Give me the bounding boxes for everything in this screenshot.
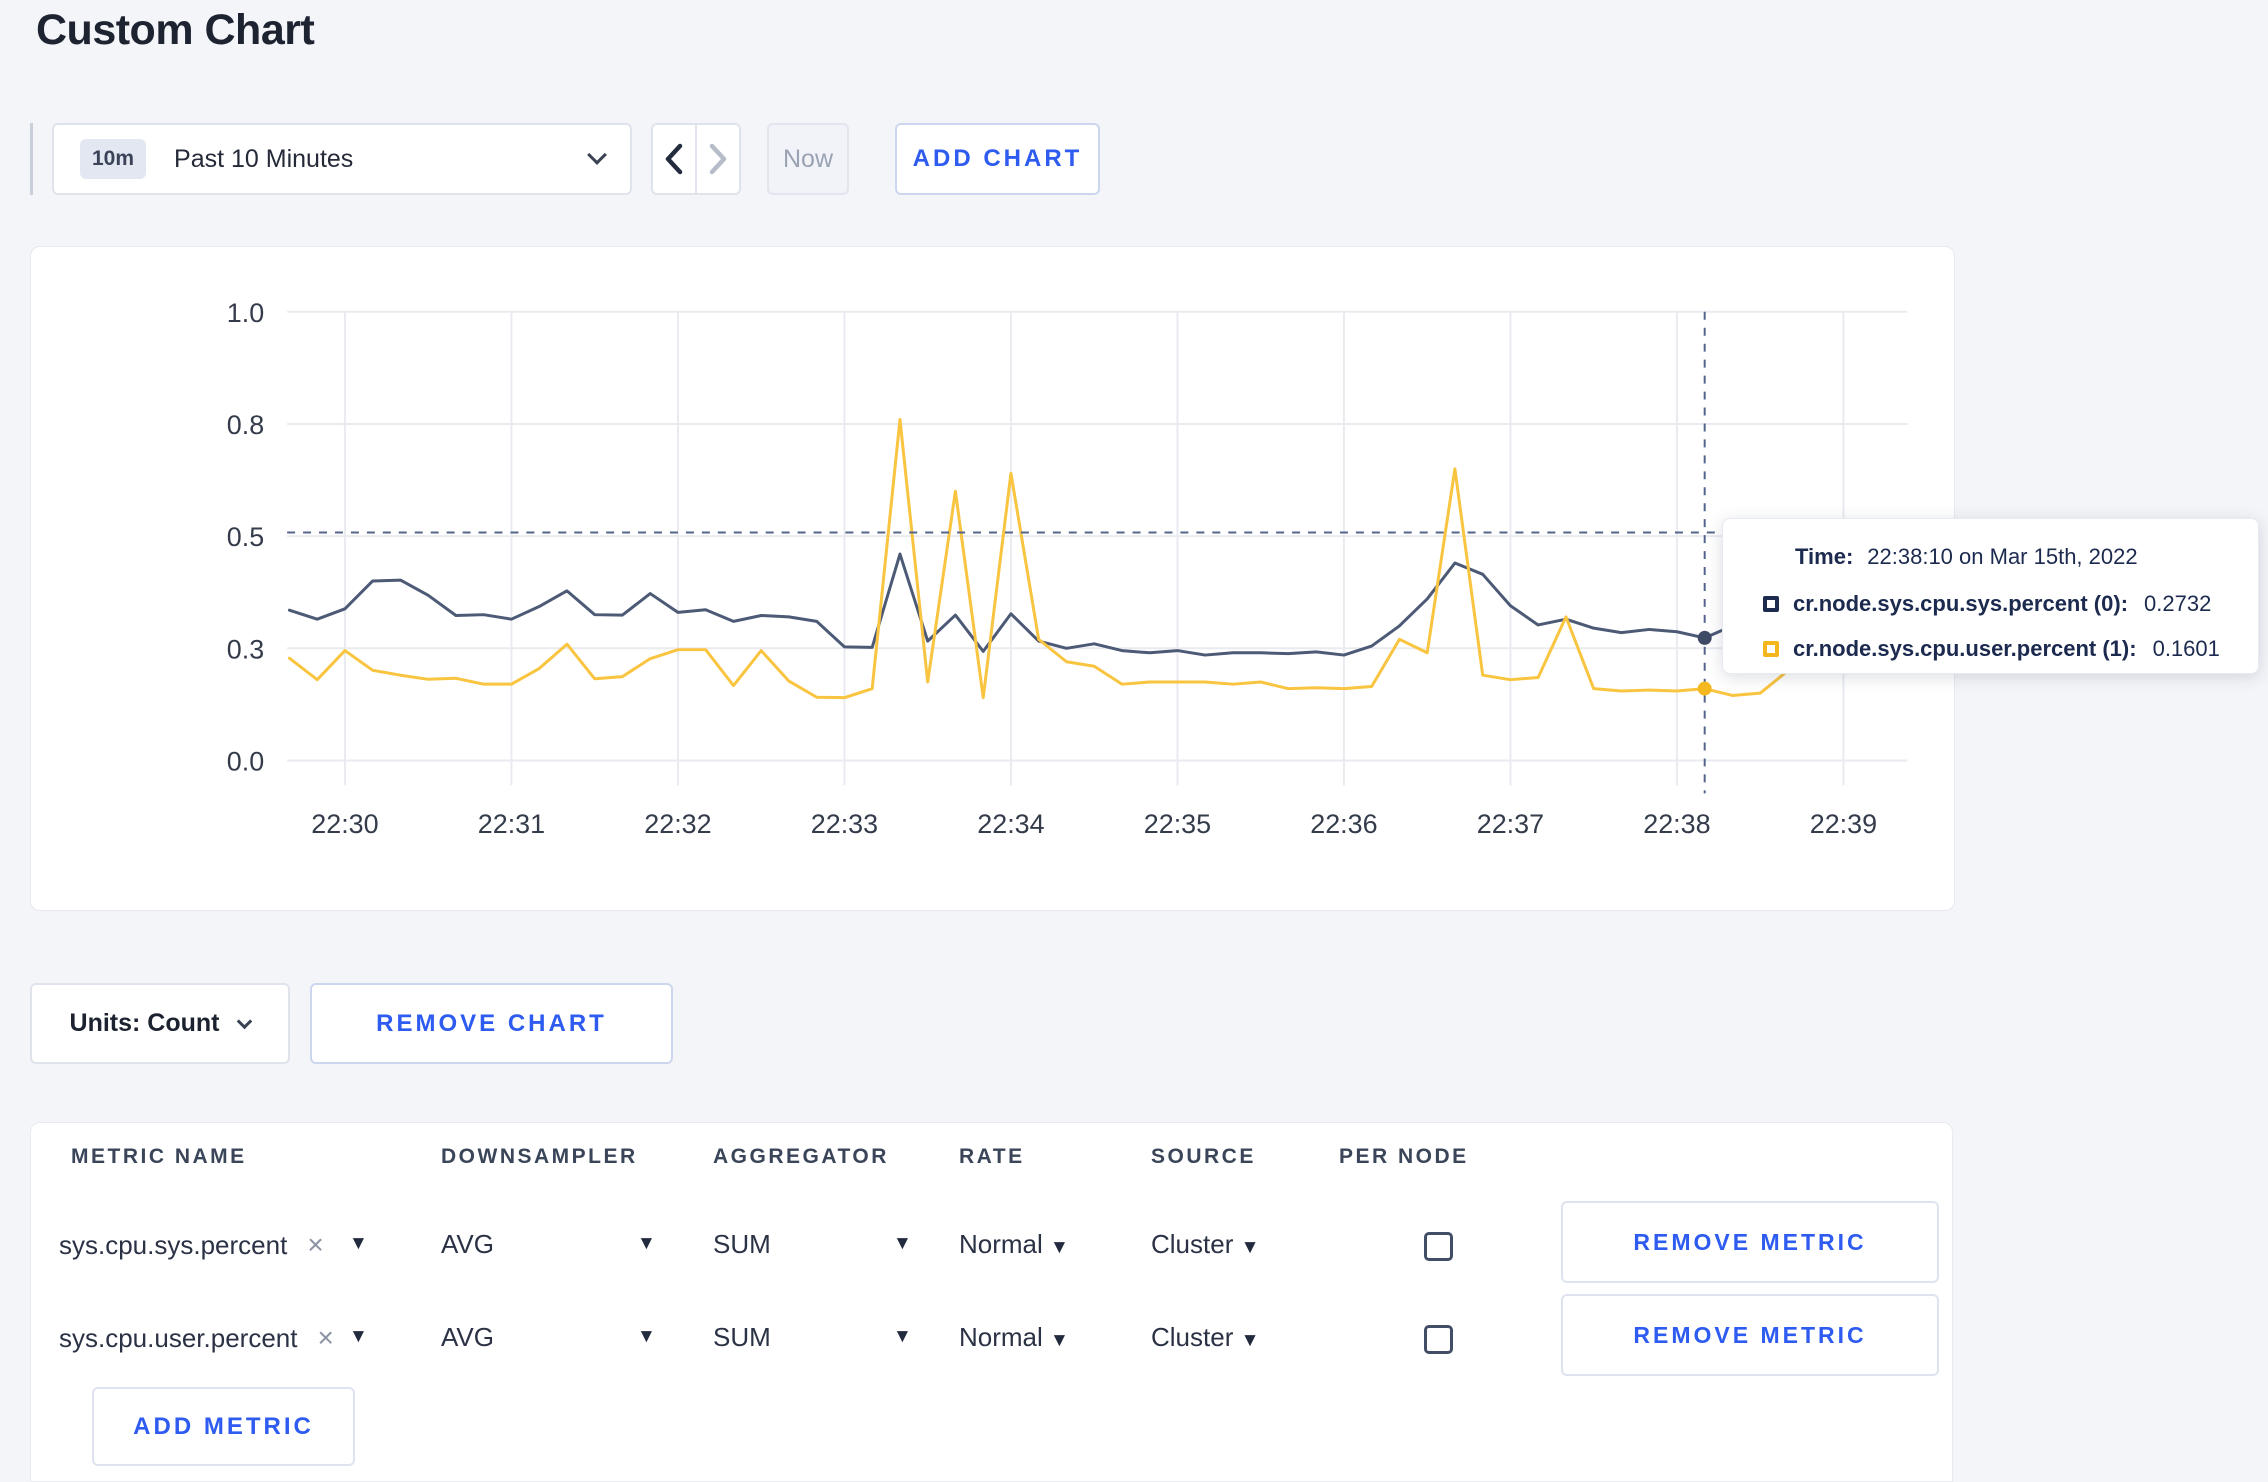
source-dropdown-icon: ▼ bbox=[1240, 1330, 1260, 1351]
chart-card[interactable]: 0.0 0.3 0.5 0.8 1.0 22:30 22:31 22:32 22:33 22:34… bbox=[30, 246, 1955, 911]
metric-dropdown-icon[interactable]: ▼ bbox=[349, 1233, 368, 1255]
source-select[interactable]: Cluster ▼ bbox=[1151, 1229, 1259, 1260]
now-button[interactable]: Now bbox=[767, 123, 849, 195]
col-header-aggregator: AGGREGATOR bbox=[713, 1145, 889, 1168]
chart-svg[interactable]: 0.0 0.3 0.5 0.8 1.0 22:30 22:31 22:32 22:33 22:34… bbox=[31, 247, 1954, 910]
x-tick-label: 22:30 bbox=[311, 809, 378, 839]
rate-dropdown-icon: ▼ bbox=[1050, 1237, 1069, 1258]
x-tick-label: 22:36 bbox=[1310, 809, 1377, 839]
chevron-down-icon bbox=[587, 145, 607, 165]
downsampler-dropdown-icon[interactable]: ▼ bbox=[637, 1233, 656, 1255]
col-header-rate: RATE bbox=[959, 1145, 1025, 1168]
metric-name-select[interactable]: sys.cpu.user.percent × bbox=[59, 1322, 334, 1354]
page-title: Custom Chart bbox=[36, 6, 315, 54]
x-tick-label: 22:31 bbox=[478, 809, 545, 839]
tooltip-series-row: cr.node.sys.cpu.user.percent (1): 0.1601 bbox=[1763, 636, 2228, 662]
rate-dropdown-icon: ▼ bbox=[1050, 1330, 1069, 1351]
metric-name-select[interactable]: sys.cpu.sys.percent × bbox=[59, 1229, 324, 1261]
time-range-badge: 10m bbox=[80, 139, 147, 179]
per-node-checkbox[interactable] bbox=[1424, 1325, 1453, 1354]
remove-chart-button[interactable]: REMOVE CHART bbox=[310, 983, 673, 1064]
tooltip-series-value: 0.1601 bbox=[2152, 636, 2220, 661]
tooltip-time-row: Time: 22:38:10 on Mar 15th, 2022 bbox=[1795, 544, 2228, 570]
y-tick-label: 1.0 bbox=[227, 298, 264, 328]
aggregator-select[interactable]: SUM bbox=[713, 1322, 771, 1353]
chevron-down-icon bbox=[237, 1013, 253, 1029]
tooltip-time-label: Time: bbox=[1795, 544, 1854, 569]
col-header-metric-name: METRIC NAME bbox=[71, 1145, 247, 1168]
per-node-checkbox[interactable] bbox=[1424, 1232, 1453, 1261]
toolbar-divider bbox=[30, 123, 33, 195]
sys-series-swatch-icon bbox=[1763, 596, 1779, 612]
add-metric-button[interactable]: ADD METRIC bbox=[92, 1387, 355, 1466]
source-select[interactable]: Cluster ▼ bbox=[1151, 1322, 1259, 1353]
aggregator-dropdown-icon[interactable]: ▼ bbox=[893, 1326, 912, 1348]
tooltip-time-value: 22:38:10 on Mar 15th, 2022 bbox=[1867, 544, 2138, 569]
remove-metric-button[interactable]: REMOVE METRIC bbox=[1561, 1294, 1939, 1376]
y-tick-label: 0.3 bbox=[227, 634, 264, 664]
tooltip-series-label: cr.node.sys.cpu.user.percent (1): bbox=[1793, 636, 2137, 661]
remove-metric-button[interactable]: REMOVE METRIC bbox=[1561, 1201, 1939, 1283]
y-tick-label: 0.0 bbox=[227, 746, 264, 776]
chart-hover-tooltip: Time: 22:38:10 on Mar 15th, 2022 cr.node.… bbox=[1722, 518, 2259, 674]
x-tick-label: 22:39 bbox=[1810, 809, 1877, 839]
x-tick-label: 22:32 bbox=[644, 809, 711, 839]
y-tick-label: 0.8 bbox=[227, 410, 264, 440]
y-tick-label: 0.5 bbox=[227, 522, 264, 552]
rate-select[interactable]: Normal ▼ bbox=[959, 1322, 1069, 1353]
downsampler-select[interactable]: AVG bbox=[441, 1229, 494, 1260]
metric-name-label: sys.cpu.sys.percent bbox=[59, 1230, 288, 1260]
rate-label: Normal bbox=[959, 1322, 1043, 1352]
source-label: Cluster bbox=[1151, 1229, 1234, 1259]
col-header-source: SOURCE bbox=[1151, 1145, 1256, 1168]
x-tick-label: 22:37 bbox=[1477, 809, 1544, 839]
clear-metric-icon[interactable]: × bbox=[307, 1229, 323, 1260]
x-tick-label: 22:35 bbox=[1144, 809, 1211, 839]
chevron-right-icon bbox=[709, 143, 727, 175]
series-line-user bbox=[287, 417, 1873, 700]
clear-metric-icon[interactable]: × bbox=[317, 1322, 333, 1353]
aggregator-dropdown-icon[interactable]: ▼ bbox=[893, 1233, 912, 1255]
hover-dot-user bbox=[1697, 681, 1712, 696]
downsampler-select[interactable]: AVG bbox=[441, 1322, 494, 1353]
rate-select[interactable]: Normal ▼ bbox=[959, 1229, 1069, 1260]
rate-label: Normal bbox=[959, 1229, 1043, 1259]
source-label: Cluster bbox=[1151, 1322, 1234, 1352]
time-range-label: Past 10 Minutes bbox=[174, 144, 354, 173]
hover-dot-sys bbox=[1697, 630, 1712, 645]
series-line-sys bbox=[287, 552, 1873, 657]
x-tick-label: 22:38 bbox=[1643, 809, 1710, 839]
time-nav-arrows bbox=[651, 123, 741, 195]
tooltip-series-row: cr.node.sys.cpu.sys.percent (0): 0.2732 bbox=[1763, 591, 2228, 617]
next-time-button[interactable] bbox=[695, 125, 739, 193]
x-tick-label: 22:33 bbox=[811, 809, 878, 839]
units-label: Units: Count bbox=[69, 1009, 220, 1037]
col-header-downsampler: DOWNSAMPLER bbox=[441, 1145, 638, 1168]
units-dropdown[interactable]: Units: Count bbox=[30, 983, 290, 1064]
metric-dropdown-icon[interactable]: ▼ bbox=[349, 1326, 368, 1348]
col-header-per-node: PER NODE bbox=[1339, 1145, 1469, 1168]
source-dropdown-icon: ▼ bbox=[1240, 1237, 1260, 1258]
chart-section: 0.0 0.3 0.5 0.8 1.0 22:30 22:31 22:32 22:33 22:34… bbox=[0, 246, 2268, 911]
prev-time-button[interactable] bbox=[653, 125, 695, 193]
x-tick-label: 22:34 bbox=[977, 809, 1044, 839]
chevron-left-icon bbox=[665, 143, 683, 175]
user-series-swatch-icon bbox=[1763, 641, 1779, 657]
tooltip-series-value: 0.2732 bbox=[2144, 591, 2212, 616]
metric-name-label: sys.cpu.user.percent bbox=[59, 1323, 298, 1353]
time-range-dropdown[interactable]: 10m Past 10 Minutes bbox=[52, 123, 632, 195]
tooltip-series-label: cr.node.sys.cpu.sys.percent (0): bbox=[1793, 591, 2129, 616]
aggregator-select[interactable]: SUM bbox=[713, 1229, 771, 1260]
add-chart-button[interactable]: ADD CHART bbox=[895, 123, 1100, 195]
metrics-table: METRIC NAME DOWNSAMPLER AGGREGATOR RATE … bbox=[30, 1122, 1953, 1482]
downsampler-dropdown-icon[interactable]: ▼ bbox=[637, 1326, 656, 1348]
